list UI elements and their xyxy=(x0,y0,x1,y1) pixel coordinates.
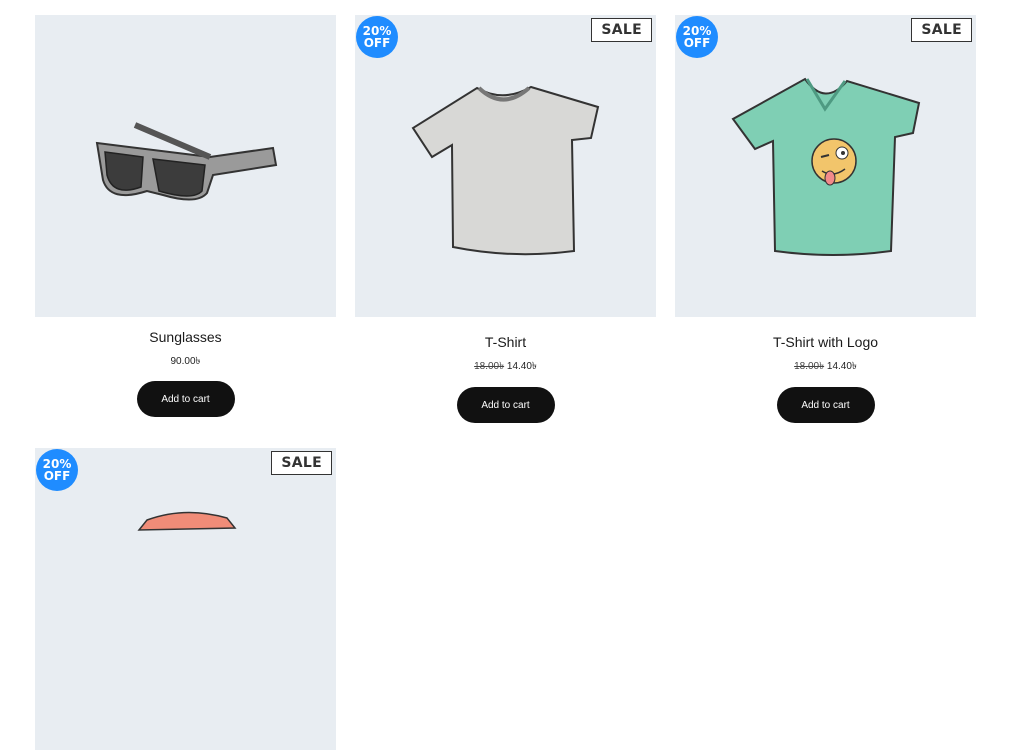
product-image-t-shirt-with-logo[interactable]: 20% OFF SALE xyxy=(675,15,976,317)
discount-off: OFF xyxy=(683,36,711,50)
discount-off: OFF xyxy=(43,469,71,483)
sale-price: 90.00৳ xyxy=(170,356,201,367)
shirt-illustration xyxy=(137,511,237,531)
regular-price: 18.00৳ xyxy=(474,361,505,372)
product-card-t-shirt: 20% OFF SALE T-Shirt 18.00৳ 14.40৳ Add t… xyxy=(355,15,656,423)
discount-badge: 20% OFF xyxy=(356,16,398,58)
regular-price: 18.00৳ xyxy=(794,361,825,372)
sale-badge: SALE xyxy=(591,18,652,42)
product-title[interactable]: T-Shirt xyxy=(355,334,656,350)
sale-price: 14.40৳ xyxy=(826,361,857,372)
product-card-t-shirt-with-logo: 20% OFF SALE T-Shirt with Logo 18.00৳ 14… xyxy=(675,15,976,423)
discount-badge: 20% OFF xyxy=(36,449,78,491)
sale-badge: SALE xyxy=(911,18,972,42)
product-card-sunglasses: Sunglasses 90.00৳ Add to cart xyxy=(35,15,336,417)
product-price: 18.00৳ 14.40৳ xyxy=(355,359,656,376)
add-to-cart-button[interactable]: Add to cart xyxy=(136,381,235,417)
discount-off: OFF xyxy=(363,36,391,50)
product-image-sunglasses[interactable] xyxy=(35,15,336,317)
sunglasses-illustration xyxy=(95,122,278,201)
product-image-t-shirt[interactable]: 20% OFF SALE xyxy=(355,15,656,317)
t-shirt-logo-illustration xyxy=(731,77,921,256)
product-price: 90.00৳ xyxy=(35,354,336,371)
product-title[interactable]: Sunglasses xyxy=(35,329,336,345)
sale-price: 14.40৳ xyxy=(506,361,537,372)
product-price: 18.00৳ 14.40৳ xyxy=(675,359,976,376)
add-to-cart-button[interactable]: Add to cart xyxy=(776,387,875,423)
product-card-partial: 20% OFF SALE xyxy=(35,448,336,750)
add-to-cart-button[interactable]: Add to cart xyxy=(456,387,555,423)
product-title[interactable]: T-Shirt with Logo xyxy=(675,334,976,350)
product-image-partial[interactable]: 20% OFF SALE xyxy=(35,448,336,750)
t-shirt-illustration xyxy=(411,85,600,256)
discount-badge: 20% OFF xyxy=(676,16,718,58)
sale-badge: SALE xyxy=(271,451,332,475)
